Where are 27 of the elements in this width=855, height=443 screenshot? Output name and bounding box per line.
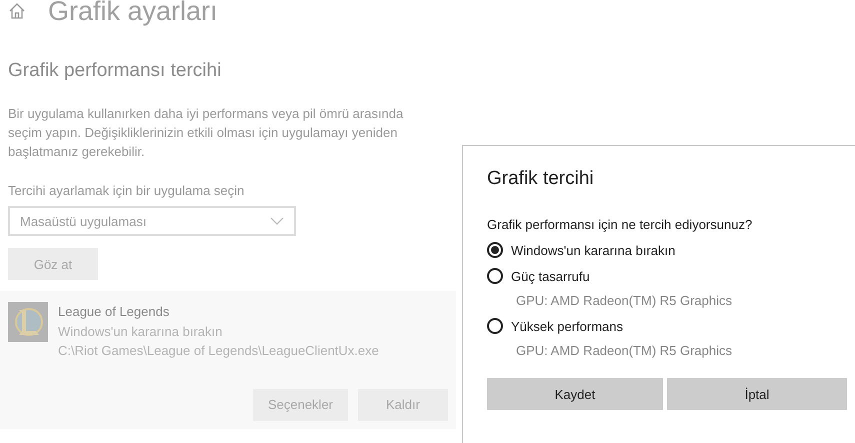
option-label: Windows'un kararına bırakın	[511, 242, 676, 258]
dialog-title: Grafik tercihi	[487, 168, 595, 190]
browse-button[interactable]: Göz at	[8, 248, 98, 280]
save-button[interactable]: Kaydet	[487, 378, 663, 410]
gpu-name: GPU: AMD Radeon(TM) R5 Graphics	[516, 343, 734, 358]
app-card[interactable]: League of Legends Windows'un kararına bırakın C:\Riot Games\League of Legends\LeagueClientUx.exe Seçenekler Kaldır	[0, 291, 456, 429]
radio-button[interactable]	[487, 268, 503, 284]
app-type-dropdown[interactable]: Masaüstü uygulaması	[8, 206, 296, 236]
option-label: Güç tasarrufu	[511, 268, 590, 284]
app-type-label: Tercihi ayarlamak için bir uygulama seçin	[8, 183, 246, 198]
options-button[interactable]: Seçenekler	[253, 388, 348, 420]
page-title: Grafik ayarları	[48, 0, 218, 26]
section-title: Grafik performansı tercihi	[8, 60, 222, 82]
cancel-button[interactable]: İptal	[667, 378, 847, 410]
home-icon[interactable]	[8, 2, 26, 20]
gpu-name: GPU: AMD Radeon(TM) R5 Graphics	[516, 293, 734, 308]
app-logo-icon	[8, 302, 48, 342]
radio-button[interactable]	[487, 318, 503, 334]
app-preference: Windows'un kararına bırakın	[58, 322, 224, 340]
description: Bir uygulama kullanırken daha iyi performans veya pil ömrü arasında seçim yapın. Değişikliklerinizin etkili olması için uygulamayı yeniden başlatmanız gerekebilir.	[8, 105, 404, 161]
app-path: C:\Riot Games\League of Legends\LeagueClientUx.exe	[58, 342, 379, 360]
chevron-down-icon	[270, 217, 284, 225]
app-name: League of Legends	[58, 303, 170, 321]
dialog-question: Grafik performansı için ne tercih ediyorsunuz?	[487, 217, 754, 232]
option-label: Yüksek performans	[511, 318, 623, 334]
remove-button[interactable]: Kaldır	[358, 388, 448, 420]
radio-button[interactable]	[487, 242, 503, 258]
